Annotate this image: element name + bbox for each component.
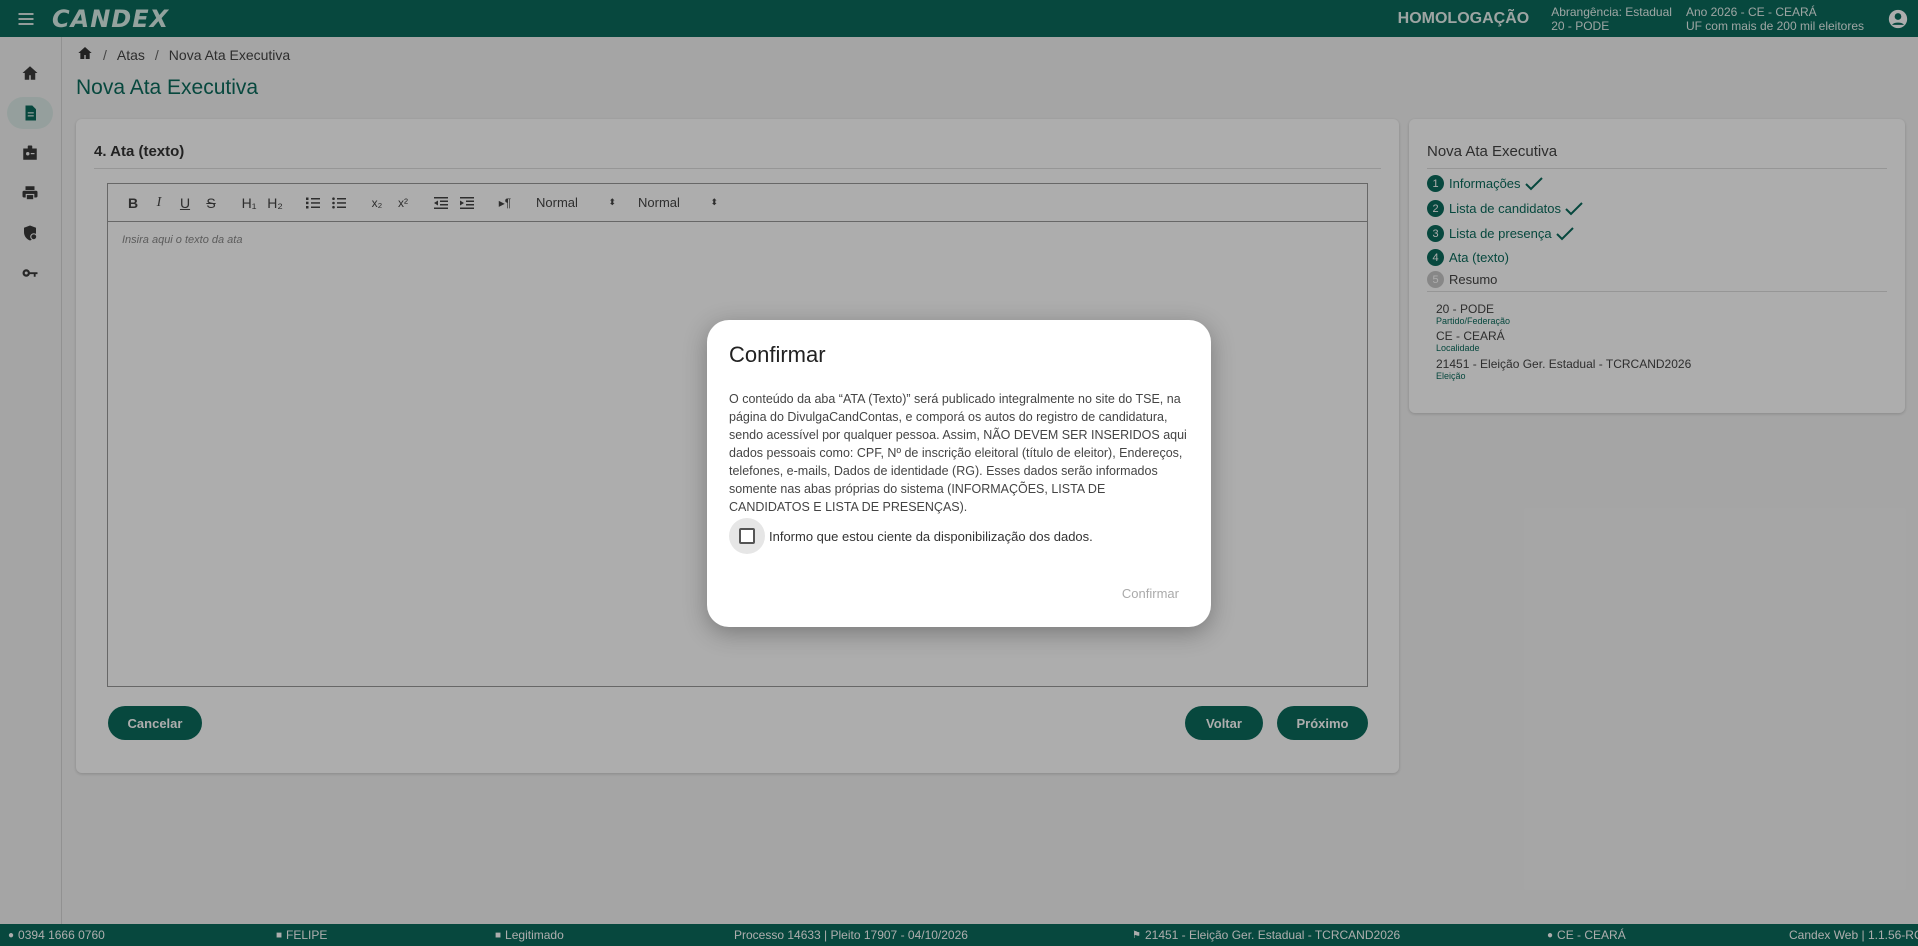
confirm-dialog: Confirmar O conteúdo da aba “ATA (Texto)…: [707, 320, 1211, 627]
acknowledge-checkbox-row[interactable]: Informo que estou ciente da disponibiliz…: [729, 518, 1093, 554]
acknowledge-label[interactable]: Informo que estou ciente da disponibiliz…: [769, 529, 1093, 544]
checkbox-box: [739, 528, 755, 544]
dialog-message: O conteúdo da aba “ATA (Texto)” será pub…: [729, 392, 1187, 514]
dialog-title: Confirmar: [729, 342, 826, 367]
confirm-button[interactable]: Confirmar: [1122, 586, 1179, 601]
acknowledge-checkbox[interactable]: [729, 518, 765, 554]
